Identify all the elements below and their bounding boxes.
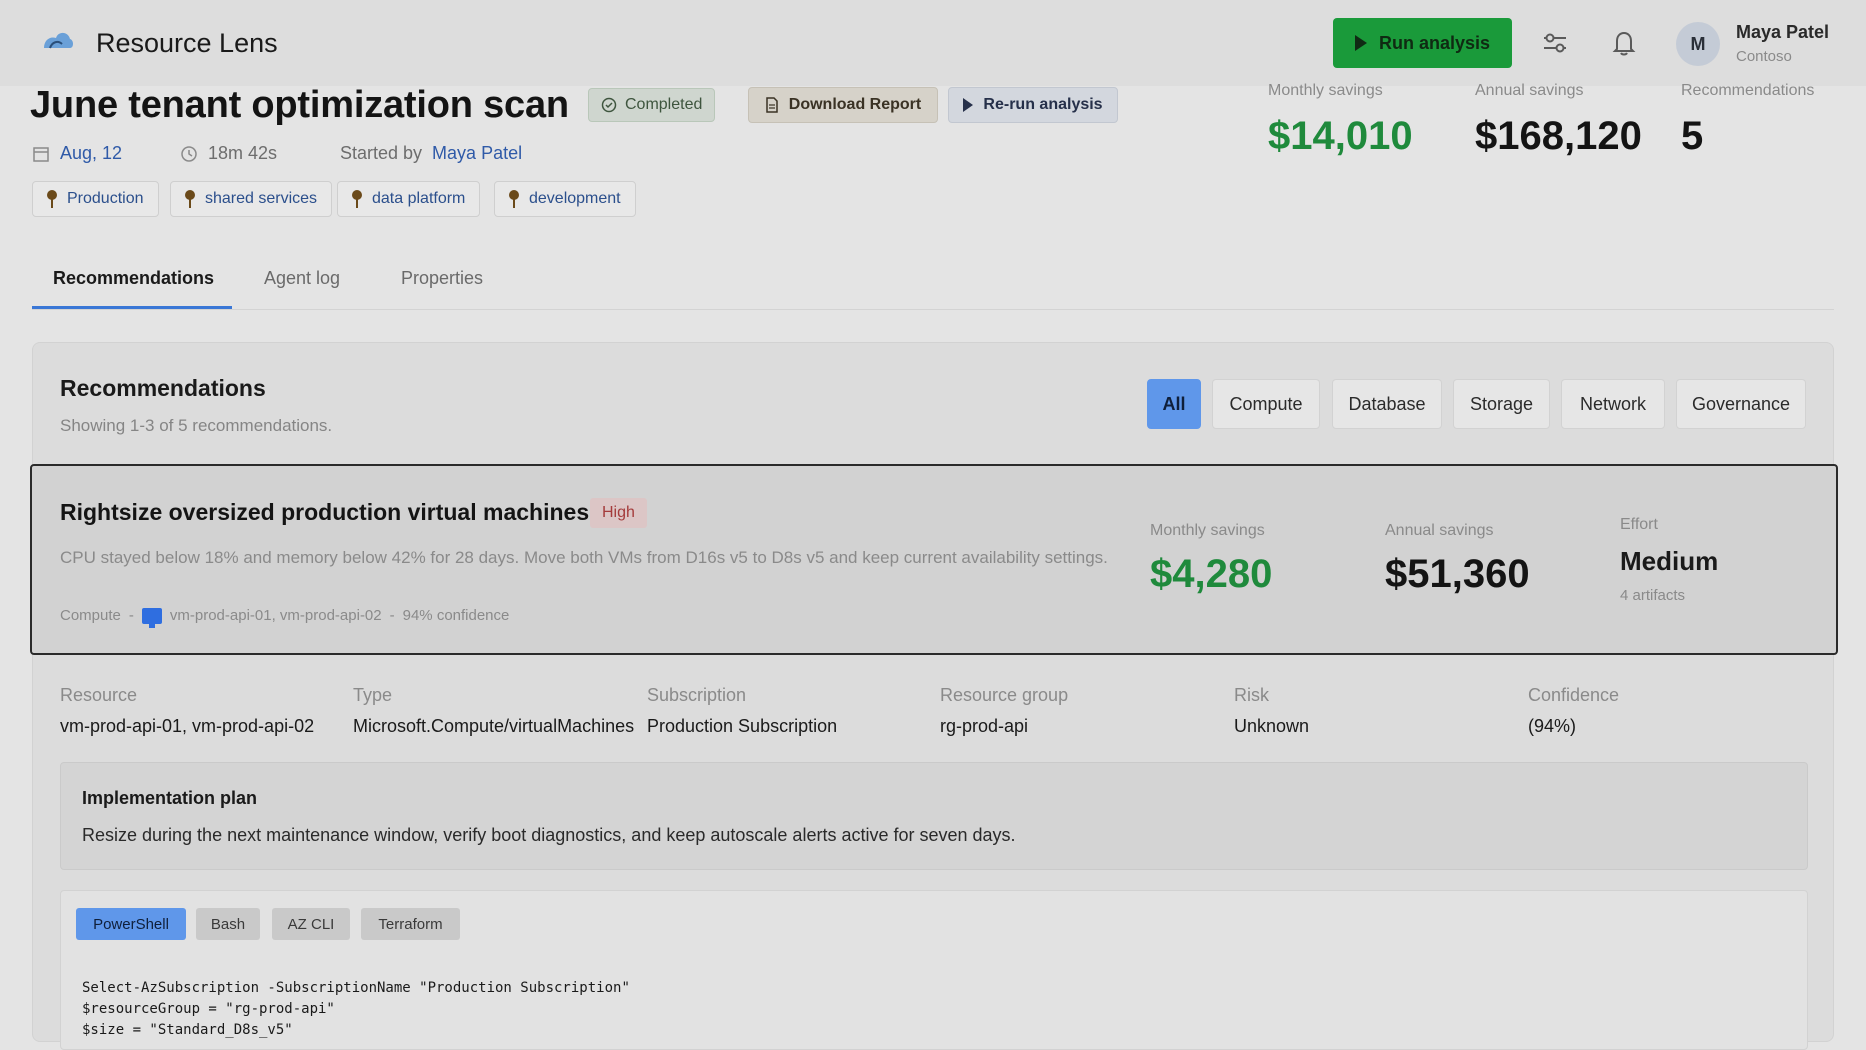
- filter-governance[interactable]: Governance: [1676, 379, 1806, 429]
- recommendation-description: CPU stayed below 18% and memory below 42…: [60, 548, 1108, 567]
- detail-subscription-label: Subscription: [647, 685, 747, 705]
- tab-agent-log[interactable]: Agent log: [264, 268, 340, 289]
- filter-compute[interactable]: Compute: [1212, 379, 1320, 429]
- tag-label: shared services: [205, 190, 318, 207]
- detail-rg-value: rg-prod-api: [940, 716, 1029, 736]
- implementation-plan-text: Resize during the next maintenance windo…: [82, 825, 1016, 845]
- play-icon: [1354, 35, 1367, 51]
- lang-tab-powershell[interactable]: PowerShell: [76, 908, 186, 940]
- script-code[interactable]: Select-AzSubscription -SubscriptionName …: [82, 978, 630, 1041]
- effort-label: Effort: [1620, 516, 1658, 533]
- started-by: Started by Maya Patel: [340, 143, 522, 164]
- detail-type-label: Type: [353, 685, 393, 705]
- recommendations-title: Recommendations: [60, 375, 266, 401]
- card-annual-label: Annual savings: [1385, 522, 1494, 539]
- top-bar: [0, 0, 1866, 86]
- detail-resource-label: Resource: [60, 685, 138, 705]
- priority-badge: High: [590, 498, 647, 528]
- detail-subscription-value: Production Subscription: [647, 716, 838, 736]
- recommendation-resources: vm-prod-api-01, vm-prod-api-02: [169, 607, 382, 624]
- tag-chip[interactable]: shared services: [170, 181, 333, 217]
- detail-type-value: Microsoft.Compute/virtualMachines: [353, 716, 635, 736]
- recommendation-meta: Compute - vm-prod-api-01, vm-prod-api-02…: [60, 607, 510, 628]
- card-monthly-label: Monthly savings: [1150, 522, 1265, 539]
- detail-resource-value: vm-prod-api-01, vm-prod-api-02: [60, 716, 315, 736]
- calendar-icon: [33, 146, 49, 162]
- rerun-analysis-label: Re-run analysis: [983, 96, 1103, 113]
- recommendation-title: Rightsize oversized production virtual m…: [60, 499, 590, 525]
- run-analysis-button[interactable]: Run analysis: [1333, 18, 1512, 68]
- recommendation-confidence: 94% confidence: [402, 607, 510, 624]
- clock-icon: [181, 145, 197, 162]
- detail-rg-label: Resource group: [940, 685, 1069, 705]
- run-analysis-label: Run analysis: [1378, 32, 1491, 53]
- separator: -: [389, 607, 395, 624]
- filter-settings-icon[interactable]: [1540, 28, 1570, 58]
- pin-icon: [352, 190, 362, 208]
- detail-confidence-label: Confidence: [1528, 685, 1620, 705]
- status-text: Completed: [625, 96, 703, 113]
- bell-icon[interactable]: [1609, 28, 1639, 58]
- user-name: Maya Patel: [1736, 22, 1830, 42]
- implementation-plan-box: [60, 762, 1808, 870]
- tag-label: Production: [67, 190, 144, 207]
- tag-chip[interactable]: development: [494, 181, 636, 217]
- filter-storage[interactable]: Storage: [1453, 379, 1550, 429]
- detail-risk-value: Unknown: [1234, 716, 1310, 736]
- active-tab-indicator: [32, 306, 232, 309]
- started-by-user-link[interactable]: Maya Patel: [432, 143, 522, 164]
- tab-recommendations[interactable]: Recommendations: [53, 268, 214, 289]
- card-monthly-value: $4,280: [1150, 552, 1273, 596]
- tab-properties[interactable]: Properties: [401, 268, 483, 289]
- pin-icon: [509, 190, 519, 208]
- play-icon: [963, 98, 974, 112]
- scan-date: Aug, 12: [32, 143, 122, 164]
- kpi-annual-label: Annual savings: [1475, 82, 1584, 99]
- recommendations-subtitle: Showing 1-3 of 5 recommendations.: [60, 416, 333, 435]
- implementation-plan-title: Implementation plan: [82, 788, 258, 808]
- pin-icon: [47, 190, 57, 208]
- recommendation-category: Compute: [60, 607, 121, 624]
- check-circle-icon: [601, 97, 617, 113]
- card-annual-value: $51,360: [1385, 552, 1530, 596]
- tag-label: data platform: [372, 190, 466, 207]
- scan-date-text: Aug, 12: [60, 143, 123, 163]
- detail-confidence-value: (94%): [1528, 716, 1577, 736]
- detail-risk-label: Risk: [1234, 685, 1269, 705]
- status-badge: Completed: [588, 88, 716, 122]
- filter-network[interactable]: Network: [1561, 379, 1665, 429]
- filter-all[interactable]: All: [1147, 379, 1201, 429]
- kpi-monthly-value: $14,010: [1268, 114, 1413, 158]
- separator: -: [128, 607, 134, 624]
- tag-chip[interactable]: Production: [32, 181, 159, 217]
- filter-database[interactable]: Database: [1332, 379, 1442, 429]
- tag-label: development: [529, 190, 621, 207]
- lang-tab-terraform[interactable]: Terraform: [361, 908, 460, 940]
- user-org: Contoso: [1736, 48, 1792, 65]
- page-title: June tenant optimization scan: [30, 84, 569, 126]
- app-title: Resource Lens: [96, 28, 278, 58]
- scan-duration: 18m 42s: [180, 143, 277, 164]
- scan-duration-text: 18m 42s: [208, 143, 278, 163]
- lang-tab-az-cli[interactable]: AZ CLI: [272, 908, 350, 940]
- download-report-button[interactable]: Download Report: [748, 87, 938, 123]
- kpi-recommendations-value: 5: [1681, 114, 1704, 158]
- lang-tab-bash[interactable]: Bash: [196, 908, 260, 940]
- download-report-label: Download Report: [788, 96, 922, 113]
- started-by-prefix: Started by: [340, 143, 423, 163]
- pin-icon: [185, 190, 195, 208]
- avatar[interactable]: M: [1676, 22, 1720, 66]
- effort-value: Medium: [1620, 546, 1719, 576]
- cloud-logo-icon: [44, 32, 73, 49]
- artifacts-count: 4 artifacts: [1620, 587, 1686, 604]
- kpi-recommendations-label: Recommendations: [1681, 82, 1815, 99]
- virtual-machine-icon: [141, 607, 162, 628]
- tag-chip[interactable]: data platform: [337, 181, 481, 217]
- tab-divider: [32, 309, 1834, 310]
- document-icon: [766, 97, 778, 113]
- kpi-annual-value: $168,120: [1475, 114, 1642, 158]
- kpi-monthly-label: Monthly savings: [1268, 82, 1383, 99]
- rerun-analysis-button[interactable]: Re-run analysis: [948, 87, 1118, 123]
